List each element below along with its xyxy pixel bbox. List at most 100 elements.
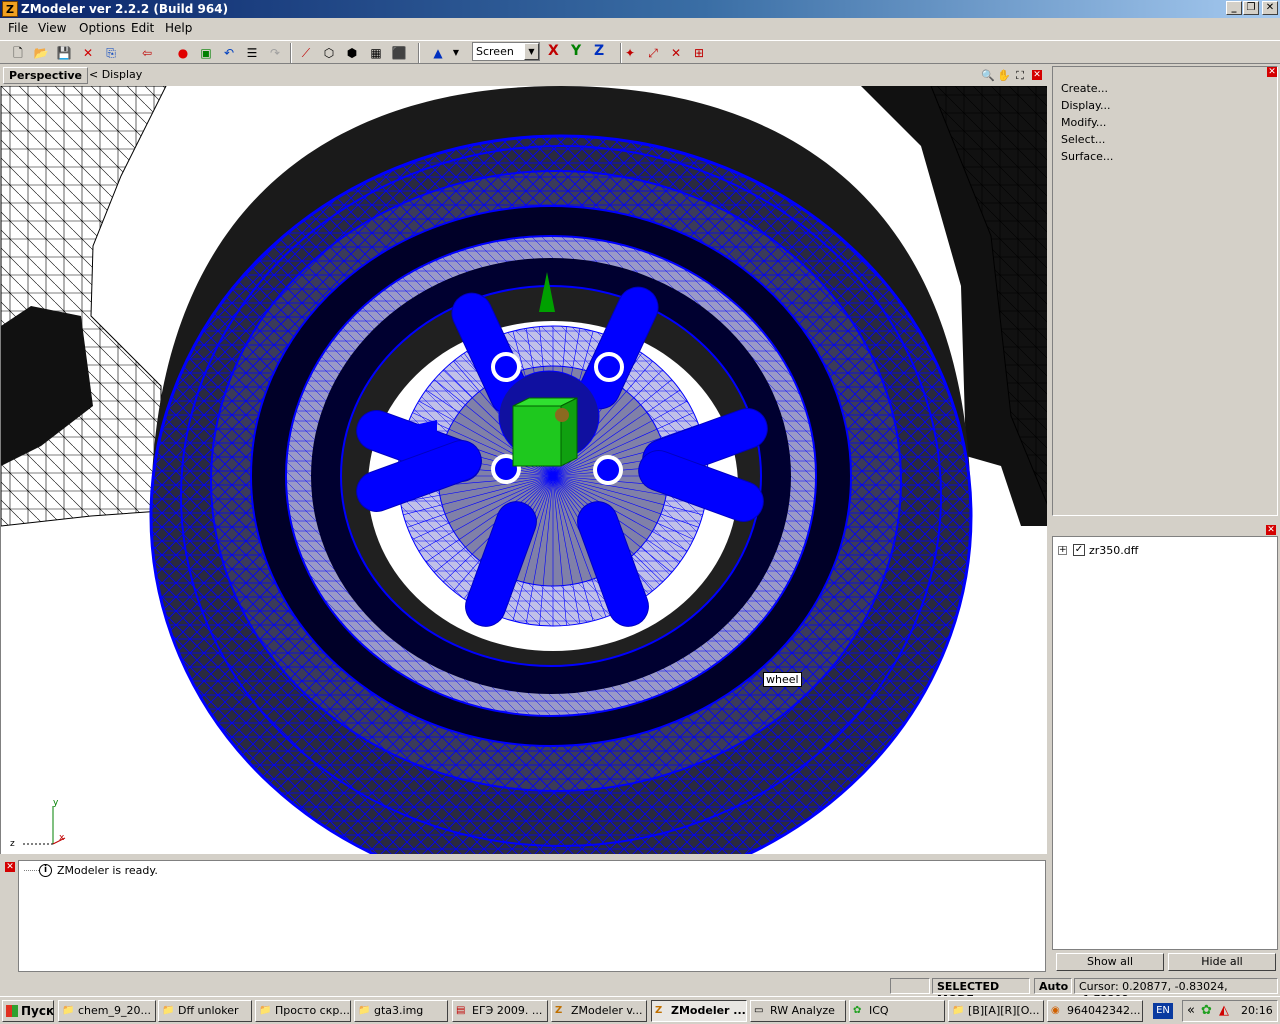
pdf-icon: ▤ — [456, 1005, 466, 1016]
wheel-mesh-render: y z x — [1, 86, 1047, 854]
cube-mode-icon[interactable]: ⬛ — [389, 43, 409, 63]
display-button[interactable]: < Display — [89, 68, 142, 81]
maximize-viewport-icon[interactable]: ⛶ — [1010, 66, 1030, 86]
close-tree-icon[interactable]: ✕ — [1266, 525, 1276, 535]
hide-all-button[interactable]: Hide all — [1168, 953, 1276, 971]
task-button[interactable]: 📁 Dff unloker — [158, 1000, 252, 1022]
grid-icon[interactable]: ⊞ — [689, 43, 709, 63]
view-select-value: Screen — [476, 45, 514, 58]
task-button-active[interactable]: Z ZModeler ... — [651, 1000, 747, 1022]
snap-icon[interactable]: ✦ — [620, 43, 640, 63]
status-mode: SELECTED MODE — [932, 978, 1030, 1006]
save-icon[interactable]: 💾 — [54, 43, 74, 63]
task-button[interactable]: ▭ RW Analyze — [750, 1000, 846, 1022]
show-all-button[interactable]: Show all — [1056, 953, 1164, 971]
menu-edit[interactable]: Edit — [131, 21, 154, 35]
tree-item-zr350[interactable]: zr350.dff — [1089, 544, 1138, 557]
task-button[interactable]: 📁 gta3.img — [354, 1000, 448, 1022]
command-surface[interactable]: Surface... — [1061, 150, 1113, 163]
notes-icon[interactable]: ☰ — [242, 43, 262, 63]
toolbar: 🗋 📂 💾 ✕ ⎘ ⇦ ● ▣ ↶ ☰ ↷ ⟋ ⬡ ⬢ ▦ ⬛ ▲ ▼ ✦ ⤢ … — [0, 40, 1280, 64]
log-message: ZModeler is ready. — [57, 864, 158, 877]
command-create[interactable]: Create... — [1061, 82, 1108, 95]
expand-icon[interactable]: + — [1058, 546, 1067, 555]
toolbar-separator — [290, 43, 292, 63]
close-panel-icon[interactable]: ✕ — [1267, 67, 1277, 77]
status-auto[interactable]: Auto — [1034, 978, 1072, 994]
task-button[interactable]: ▤ ЕГЭ 2009. ... — [452, 1000, 548, 1022]
taskbar: Пуск 📁 chem_9_20... 📁 Dff unloker 📁 Просто … — [0, 996, 1280, 1024]
pivot-icon[interactable]: ▲ — [428, 43, 448, 63]
task-button[interactable]: ◉ 964042342... — [1047, 1000, 1143, 1022]
face-mode-icon[interactable]: ⬢ — [342, 43, 362, 63]
menu-options[interactable]: Options — [79, 21, 125, 35]
redo-icon[interactable]: ↷ — [265, 43, 285, 63]
command-display[interactable]: Display... — [1061, 99, 1110, 112]
viewport-perspective[interactable]: y z x wheel — [0, 86, 1047, 854]
task-button[interactable]: 📁 Просто скр... — [255, 1000, 351, 1022]
axis-cross-icon[interactable]: ✕ — [666, 43, 686, 63]
restore-button[interactable]: ❐ — [1243, 1, 1259, 15]
start-button[interactable]: Пуск — [2, 1000, 54, 1022]
status-cursor: Cursor: 0.20877, -0.83024, -1.72308 — [1074, 978, 1278, 1006]
axis-x-button[interactable]: X — [548, 43, 559, 59]
delete-icon[interactable]: ✕ — [78, 43, 98, 63]
axis-y-label: y — [53, 798, 59, 808]
task-button[interactable]: Z ZModeler v... — [551, 1000, 647, 1022]
tab-perspective[interactable]: Perspective — [3, 67, 89, 84]
undo-icon[interactable]: ↶ — [219, 43, 239, 63]
command-modify[interactable]: Modify... — [1061, 116, 1106, 129]
chevron-down-icon[interactable]: ▼ — [446, 43, 466, 63]
task-label: ZModeler ... — [671, 1004, 746, 1017]
task-button[interactable]: ✿ ICQ — [849, 1000, 945, 1022]
close-button[interactable]: ✕ — [1262, 1, 1278, 15]
new-file-icon[interactable]: 🗋 — [8, 43, 28, 63]
axis-x-label: x — [59, 833, 65, 843]
export-icon[interactable]: ⇦ — [137, 43, 157, 63]
task-button[interactable]: 📁 [B][A][R][O... — [948, 1000, 1044, 1022]
zmodeler-icon: Z — [555, 1005, 563, 1016]
antivirus-icon[interactable]: ◭ — [1219, 1003, 1229, 1018]
view-select[interactable]: Screen ▼ — [472, 42, 540, 61]
image-icon[interactable]: ▣ — [196, 43, 216, 63]
axis-y-button[interactable]: Y — [571, 43, 581, 59]
minimize-button[interactable]: _ — [1226, 1, 1242, 15]
folder-icon: 📁 — [162, 1005, 175, 1016]
start-label: Пуск — [21, 1004, 55, 1018]
vertex-mode-icon[interactable]: ⟋ — [296, 43, 316, 63]
zmodeler-icon: Z — [655, 1005, 663, 1016]
status-bar: SELECTED MODE Auto Cursor: 0.20877, -0.8… — [0, 976, 1280, 1006]
render-sphere-icon[interactable]: ● — [173, 43, 193, 63]
language-indicator[interactable]: EN — [1153, 1003, 1173, 1019]
tray-chevron[interactable]: « — [1187, 1003, 1195, 1018]
folder-icon: 📁 — [952, 1005, 965, 1016]
menu-view[interactable]: View — [38, 21, 66, 35]
close-viewport-icon[interactable]: ✕ — [1032, 70, 1042, 80]
folder-icon: 📁 — [62, 1005, 75, 1016]
command-select[interactable]: Select... — [1061, 133, 1105, 146]
axis-gizmo-icon[interactable]: ⤢ — [643, 43, 663, 63]
axis-z-label: z — [10, 839, 15, 849]
chevron-down-icon[interactable]: ▼ — [524, 43, 539, 60]
folder-icon: 📁 — [259, 1005, 272, 1016]
task-button[interactable]: 📁 chem_9_20... — [58, 1000, 156, 1022]
menu-file[interactable]: File — [8, 21, 28, 35]
menu-help[interactable]: Help — [165, 21, 192, 35]
task-label: Dff unloker — [178, 1004, 239, 1017]
axis-z-button[interactable]: Z — [594, 43, 604, 59]
object-mode-icon[interactable]: ▦ — [366, 43, 386, 63]
task-label: gta3.img — [374, 1004, 424, 1017]
zmodeler-icon: Z — [2, 1, 18, 17]
menu-bar: File View Options Edit Help — [0, 18, 1280, 38]
browser-icon: ◉ — [1051, 1005, 1060, 1016]
edge-mode-icon[interactable]: ⬡ — [319, 43, 339, 63]
icq-tray-icon[interactable]: ✿ — [1201, 1003, 1212, 1018]
import-icon[interactable]: ⎘ — [101, 43, 121, 63]
close-log-icon[interactable]: ✕ — [5, 862, 15, 872]
status-empty-cell — [890, 978, 930, 994]
visibility-checkbox[interactable]: ✓ — [1073, 544, 1085, 556]
task-label: Просто скр... — [275, 1004, 350, 1017]
task-label: ЕГЭ 2009. ... — [472, 1004, 543, 1017]
open-folder-icon[interactable]: 📂 — [31, 43, 51, 63]
app-icon: ▭ — [754, 1005, 764, 1016]
